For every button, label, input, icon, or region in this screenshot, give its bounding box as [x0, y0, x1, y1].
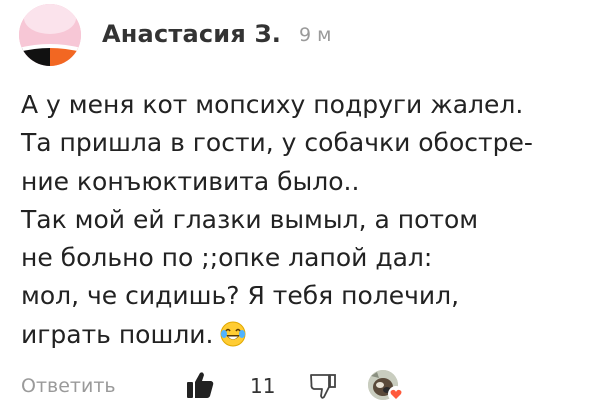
author-avatar[interactable]	[19, 4, 81, 66]
thumbs-up-icon[interactable]	[186, 370, 214, 400]
like-count: 11	[250, 374, 276, 398]
comment-footer: Ответить 11	[0, 366, 593, 406]
comment-time: 9 м	[299, 24, 332, 46]
comment-line: играть пошли.	[21, 319, 214, 349]
comment-line: Так мой ей глазки вымыл, а потом	[21, 204, 479, 234]
thumbs-down-icon[interactable]	[309, 372, 337, 402]
comment: Анастасия З. 9 м А у меня кот мопсиху по…	[0, 0, 593, 418]
comment-line: Та пришла в гости, у собачки обостре-	[21, 128, 533, 158]
laughing-tears-emoji-icon	[220, 320, 246, 347]
heart-icon	[388, 386, 404, 402]
author-name[interactable]: Анастасия З.	[102, 20, 281, 48]
comment-line: ние конъюктивита было..	[21, 166, 360, 196]
comment-text: А у меня кот мопсиху подруги жалел. Та п…	[21, 86, 591, 354]
comment-line: не больно по ;;опке лапой дал:	[21, 243, 433, 273]
comment-line: мол, че сидишь? Я тебя полечил,	[21, 281, 460, 311]
reply-button[interactable]: Ответить	[21, 375, 116, 397]
comment-last-line: играть пошли.	[21, 316, 591, 354]
comment-line: А у меня кот мопсиху подруги жалел.	[21, 90, 524, 119]
